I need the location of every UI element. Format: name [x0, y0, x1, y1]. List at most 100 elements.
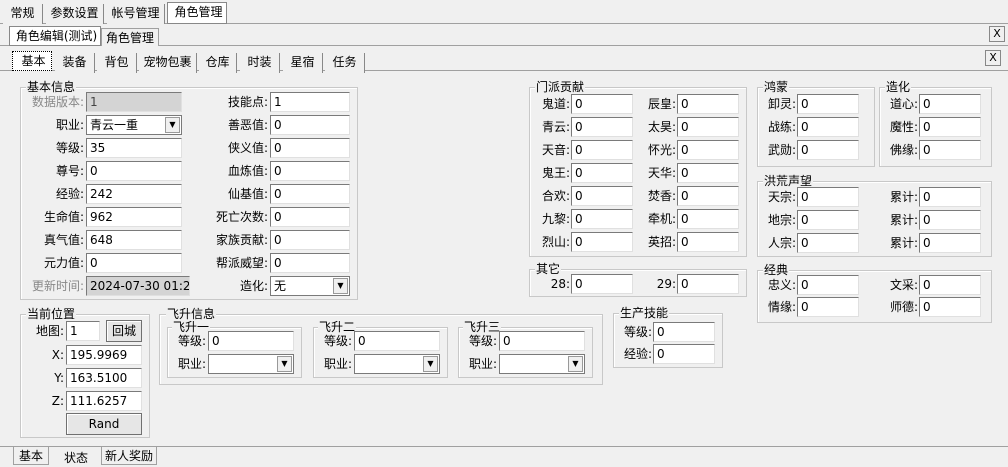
update-time-label: 更新时间: [31, 279, 84, 293]
yuanli-field[interactable]: 0 [86, 253, 182, 273]
honghuang-field[interactable]: 0 [797, 210, 859, 230]
stat-field[interactable]: 0 [270, 138, 350, 158]
jingdian-field[interactable]: 0 [797, 297, 859, 317]
bottom-tab-newbie-reward[interactable]: 新人奖励 [101, 447, 157, 465]
y-field[interactable]: 163.5100 [66, 368, 142, 388]
hp-field[interactable]: 962 [86, 207, 182, 227]
feisheng-level-label: 等级: [177, 334, 206, 348]
feisheng-job-select[interactable]: ▼ [499, 354, 585, 374]
tab-stars[interactable]: 星宿 [283, 53, 323, 73]
stat-field[interactable]: 0 [270, 207, 350, 227]
feisheng-level-label: 等级: [323, 334, 352, 348]
sect-field[interactable]: 0 [571, 163, 633, 183]
close-icon[interactable]: X [989, 26, 1005, 42]
feisheng-level-field[interactable]: 0 [499, 331, 585, 351]
tab-accounts[interactable]: 帐号管理 [107, 4, 165, 24]
zaohua-field[interactable]: 0 [919, 94, 981, 114]
tab-params[interactable]: 参数设置 [46, 4, 104, 24]
tab-warehouse[interactable]: 仓库 [199, 53, 237, 73]
other-b-field[interactable]: 0 [677, 274, 739, 294]
zaohua-field[interactable]: 0 [919, 117, 981, 137]
tab-role-edit[interactable]: 角色编辑(测试) [9, 26, 101, 46]
sect-field[interactable]: 0 [677, 186, 739, 206]
return-city-button[interactable]: 回城 [106, 320, 142, 342]
feisheng-level-field[interactable]: 0 [208, 331, 294, 351]
tab-general[interactable]: 常规 [3, 4, 43, 24]
honghuang-total-label: 累计: [889, 190, 918, 204]
honghuang-field[interactable]: 0 [797, 187, 859, 207]
hp-label: 生命值: [43, 210, 84, 224]
tab-equipment[interactable]: 装备 [55, 53, 95, 73]
sect-title: 门派贡献 [535, 80, 586, 94]
stat-field[interactable]: 0 [270, 115, 350, 135]
hongmeng-label: 武勋: [767, 143, 796, 157]
hongmeng-field[interactable]: 0 [797, 140, 859, 160]
exp-field[interactable]: 242 [86, 184, 182, 204]
sect-field[interactable]: 0 [571, 117, 633, 137]
zaohua-label: 佛缘: [889, 143, 918, 157]
tab-fashion[interactable]: 时装 [240, 53, 280, 73]
sect-field[interactable]: 0 [677, 209, 739, 229]
zaohua-select[interactable]: 无 ▼ [270, 276, 350, 296]
sect-field[interactable]: 0 [677, 163, 739, 183]
zaohua-field[interactable]: 0 [919, 140, 981, 160]
feisheng-job-select[interactable]: ▼ [208, 354, 294, 374]
feisheng-job-label: 职业: [323, 357, 352, 371]
sect-label: 天华: [647, 166, 676, 180]
honghuang-field[interactable]: 0 [797, 233, 859, 253]
honghuang-label: 天宗: [767, 190, 796, 204]
feisheng-level-field[interactable]: 0 [354, 331, 440, 351]
stat-label: 技能点: [227, 95, 268, 109]
sect-label: 怀光: [647, 143, 676, 157]
sect-label: 鬼王: [541, 166, 570, 180]
sect-field[interactable]: 0 [677, 94, 739, 114]
tab-role-manage[interactable]: 角色管理 [101, 28, 159, 46]
honghuang-total-field[interactable]: 0 [919, 187, 981, 207]
x-field[interactable]: 195.9969 [66, 345, 142, 365]
bottom-tab-basic[interactable]: 基本 [13, 447, 49, 465]
hongmeng-field[interactable]: 0 [797, 94, 859, 114]
sect-field[interactable]: 0 [571, 140, 633, 160]
stat-field[interactable]: 0 [270, 230, 350, 250]
stat-field[interactable]: 0 [270, 253, 350, 273]
other-a-field[interactable]: 0 [571, 274, 633, 294]
hongmeng-field[interactable]: 0 [797, 117, 859, 137]
stat-field[interactable]: 1 [270, 92, 350, 112]
zaohua-label: 魔性: [889, 120, 918, 134]
map-field[interactable]: 1 [66, 321, 100, 341]
stat-field[interactable]: 0 [270, 184, 350, 204]
honghuang-total-field[interactable]: 0 [919, 233, 981, 253]
rand-button[interactable]: Rand [66, 413, 142, 435]
tab-basic[interactable]: 基本 [12, 51, 52, 71]
sect-field[interactable]: 0 [571, 209, 633, 229]
jingdian-field[interactable]: 0 [797, 275, 859, 295]
jingdian-field[interactable]: 0 [919, 275, 981, 295]
production-exp-field[interactable]: 0 [653, 344, 715, 364]
sect-label: 鬼道: [541, 97, 570, 111]
close-inner-icon[interactable]: X [985, 50, 1001, 66]
feisheng-job-select[interactable]: ▼ [354, 354, 440, 374]
honghuang-total-field[interactable]: 0 [919, 210, 981, 230]
jingdian-field[interactable]: 0 [919, 297, 981, 317]
title-no-field[interactable]: 0 [86, 161, 182, 181]
tab-bag[interactable]: 背包 [97, 53, 137, 73]
honghuang-total-label: 累计: [889, 236, 918, 250]
honghuang-title: 洪荒声望 [763, 174, 814, 188]
bottom-tab-status[interactable]: 状态 [56, 449, 96, 465]
mp-field[interactable]: 648 [86, 230, 182, 250]
honghuang-label: 人宗: [767, 236, 796, 250]
z-field[interactable]: 111.6257 [66, 391, 142, 411]
sect-field[interactable]: 0 [571, 232, 633, 252]
sect-field[interactable]: 0 [571, 186, 633, 206]
sect-field[interactable]: 0 [677, 140, 739, 160]
stat-field[interactable]: 0 [270, 161, 350, 181]
sect-field[interactable]: 0 [677, 117, 739, 137]
tab-roles[interactable]: 角色管理 [167, 2, 227, 24]
level-field[interactable]: 35 [86, 138, 182, 158]
tab-pet-bag[interactable]: 宠物包裹 [139, 53, 197, 73]
sect-field[interactable]: 0 [677, 232, 739, 252]
tab-tasks[interactable]: 任务 [325, 53, 365, 73]
sect-field[interactable]: 0 [571, 94, 633, 114]
production-level-field[interactable]: 0 [653, 322, 715, 342]
job-select[interactable]: 青云一重 ▼ [86, 115, 182, 135]
